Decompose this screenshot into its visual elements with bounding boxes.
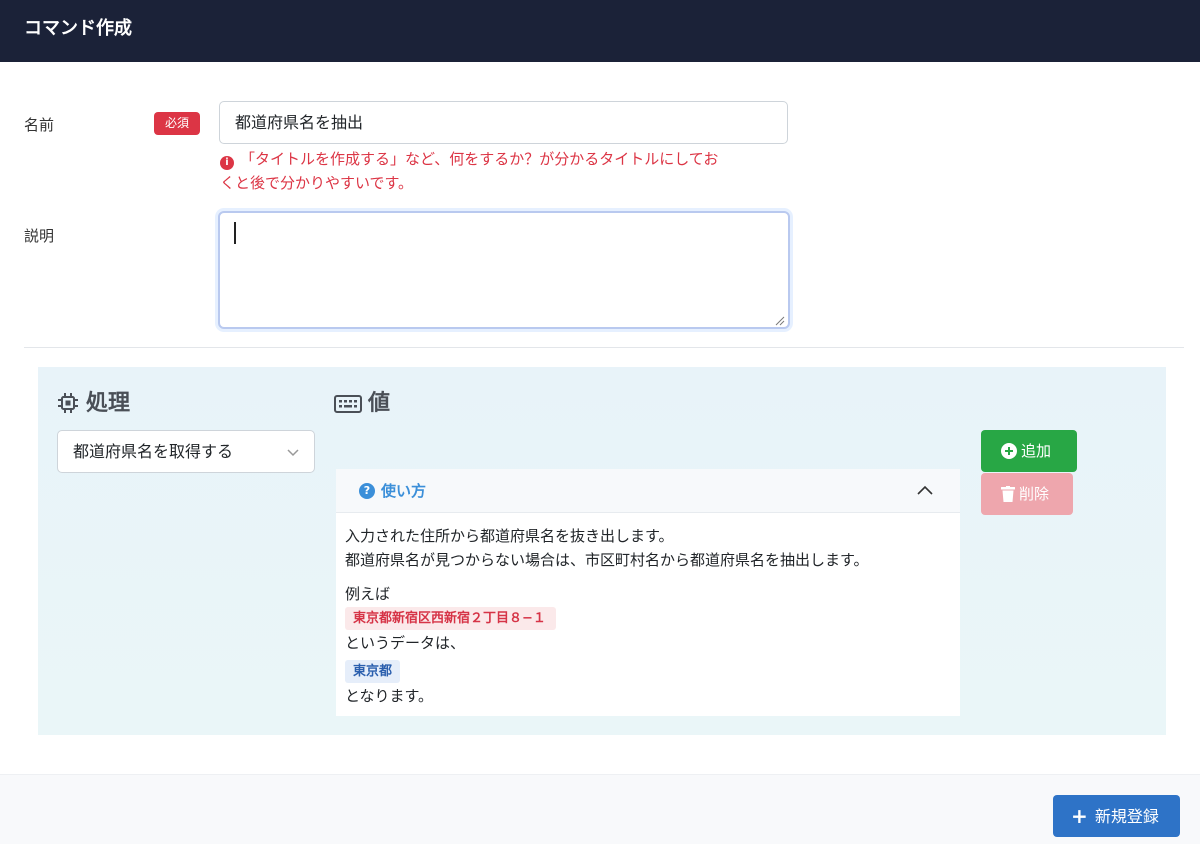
usage-example-end: となります。	[345, 687, 434, 705]
description-label: 説明	[24, 227, 55, 245]
footer-bar	[0, 774, 1200, 844]
process-select-value: 都道府県名を取得する	[73, 442, 234, 461]
plus-icon: +	[1071, 804, 1088, 828]
example-output-code: 東京都	[345, 660, 401, 683]
description-textarea[interactable]	[218, 211, 790, 329]
app-header: コマンド作成	[0, 0, 1200, 62]
name-input[interactable]: 都道府県名を抽出	[219, 101, 788, 144]
page-title: コマンド作成	[24, 18, 132, 39]
chevron-down-icon	[287, 449, 299, 457]
value-title: 値	[368, 391, 391, 416]
register-button[interactable]: + 新規登録	[1053, 795, 1180, 837]
chevron-up-icon[interactable]	[917, 484, 933, 496]
usage-line1: 入力された住所から都道府県名を抜き出します。	[345, 527, 674, 545]
keyboard-icon	[334, 395, 362, 413]
usage-title: 使い方	[381, 482, 427, 500]
question-icon: ?	[359, 483, 375, 499]
name-hint: i 「タイトルを作成する」など、何をするか？が分かるタイトルにしてお くと後で分か…	[220, 147, 790, 195]
chip-icon	[58, 393, 78, 413]
name-hint-line2: くと後で分かりやすいです。	[220, 174, 414, 192]
info-icon: i	[220, 156, 234, 170]
usage-header[interactable]: ? 使い方	[336, 469, 960, 513]
name-label: 名前	[24, 116, 55, 134]
delete-button[interactable]: 削除	[981, 473, 1073, 515]
section-divider	[24, 347, 1184, 348]
process-title: 処理	[86, 391, 131, 416]
text-caret	[234, 222, 236, 244]
add-button-label: 追加	[1021, 442, 1052, 460]
usage-example-label: 例えば	[345, 585, 391, 603]
trash-icon	[1001, 486, 1015, 502]
usage-line2: 都道府県名が見つからない場合は、市区町村名から都道府県名を抽出します。	[345, 551, 869, 569]
usage-example-mid: というデータは、	[345, 634, 466, 652]
add-button[interactable]: 追加	[981, 430, 1077, 472]
usage-card: ? 使い方	[336, 469, 960, 716]
plus-circle-icon	[1001, 443, 1017, 459]
name-hint-line1: 「タイトルを作成する」など、何をするか？が分かるタイトルにしてお	[240, 150, 719, 168]
required-badge: 必須	[154, 112, 200, 135]
example-input-code: 東京都新宿区西新宿２丁目８−１	[345, 607, 556, 630]
register-button-label: 新規登録	[1094, 807, 1159, 826]
delete-button-label: 削除	[1019, 485, 1050, 503]
process-select[interactable]: 都道府県名を取得する	[57, 430, 315, 473]
resize-grip-icon[interactable]	[775, 316, 785, 326]
